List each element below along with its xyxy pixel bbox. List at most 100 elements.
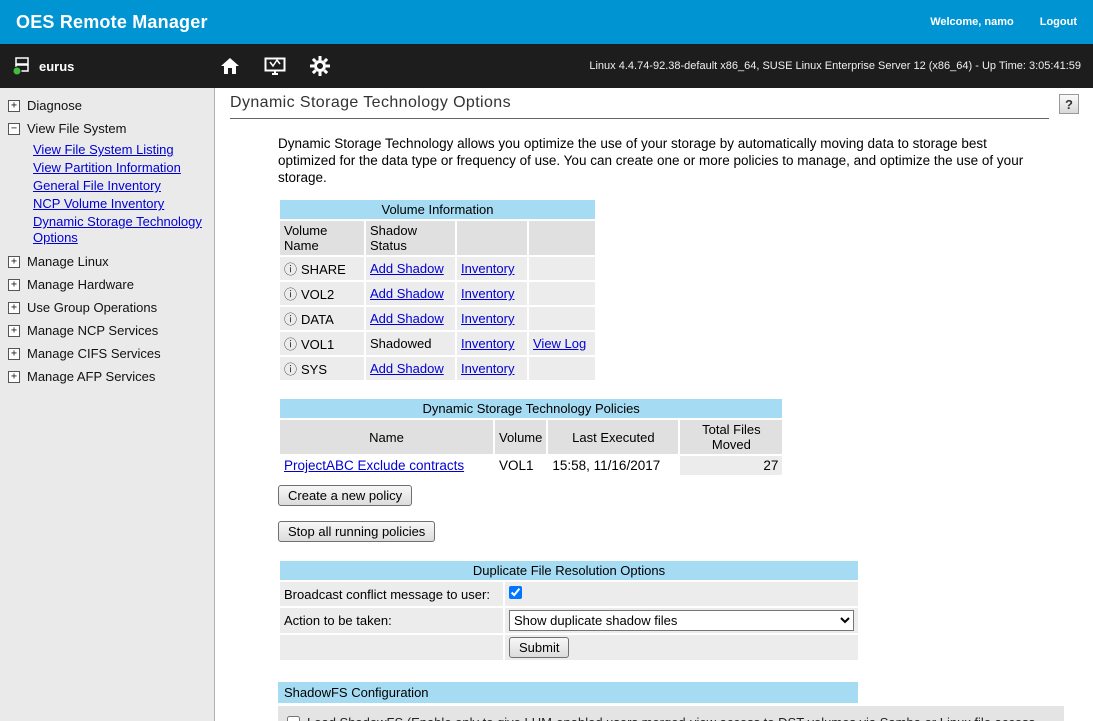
sidebar-link-ncp-volume-inventory[interactable]: NCP Volume Inventory <box>33 196 164 212</box>
sidebar-item-diagnose[interactable]: + Diagnose <box>0 94 214 117</box>
welcome-text: Welcome, namo <box>930 16 1014 28</box>
volume-name-cell: ⓘSYS <box>280 357 364 380</box>
expand-icon[interactable]: + <box>8 279 20 291</box>
sidebar-item-manage-ncp-services[interactable]: + Manage NCP Services <box>0 319 214 342</box>
load-shadowfs-checkbox[interactable] <box>287 716 300 721</box>
column-header-row: Volume Name Shadow Status <box>280 221 595 255</box>
inventory-link[interactable]: Inventory <box>461 336 514 351</box>
inventory-cell: Inventory <box>457 307 527 330</box>
inventory-link[interactable]: Inventory <box>461 261 514 276</box>
column-header-row: Name Volume Last Executed Total Files Mo… <box>280 420 782 454</box>
sidebar-link-view-partition-information[interactable]: View Partition Information <box>33 160 181 176</box>
inventory-link[interactable]: Inventory <box>461 361 514 376</box>
action-label: Action to be taken: <box>280 608 503 633</box>
main-content: Dynamic Storage Technology Options ? Dyn… <box>216 88 1093 721</box>
server-status-icon <box>12 56 32 76</box>
sidebar-link-view-file-system-listing[interactable]: View File System Listing <box>33 142 174 158</box>
add-shadow-link[interactable]: Add Shadow <box>370 361 444 376</box>
sidebar-item-manage-hardware[interactable]: + Manage Hardware <box>0 273 214 296</box>
duplicate-submit-button[interactable]: Submit <box>509 637 569 658</box>
sidebar-link-dynamic-storage-technology-options[interactable]: Dynamic Storage Technology Options <box>33 214 205 246</box>
sidebar-item-manage-afp-services[interactable]: + Manage AFP Services <box>0 365 214 388</box>
volume-name-cell: ⓘ VOL2 <box>280 282 364 305</box>
add-shadow-link[interactable]: Add Shadow <box>370 311 444 326</box>
view-log-link[interactable]: View Log <box>533 336 586 351</box>
volume-name: SHARE <box>301 262 346 277</box>
action-select[interactable]: Show duplicate shadow files <box>509 610 854 631</box>
info-icon[interactable]: ⓘ <box>284 362 297 377</box>
expand-icon[interactable]: + <box>8 302 20 314</box>
list-item: View File System Listing <box>33 141 214 159</box>
sidebar-item-use-group-operations[interactable]: + Use Group Operations <box>0 296 214 319</box>
shadow-status-cell: Add Shadow <box>366 357 455 380</box>
table-row: ⓘ VOL2 Add Shadow Inventory <box>280 282 595 305</box>
list-item: NCP Volume Inventory <box>33 195 214 213</box>
add-shadow-link[interactable]: Add Shadow <box>370 286 444 301</box>
shadowfs-config-box: Load ShadowFS (Enable only to give LUM-e… <box>278 706 1064 721</box>
info-icon[interactable]: ⓘ <box>284 312 297 327</box>
table-title-row: Volume Information <box>280 200 595 219</box>
sidebar-item-manage-linux[interactable]: + Manage Linux <box>0 250 214 273</box>
gear-icon[interactable] <box>309 55 331 77</box>
column-header-last-executed: Last Executed <box>548 420 678 454</box>
logout-link[interactable]: Logout <box>1040 16 1077 28</box>
volume-table-title: Volume Information <box>280 200 595 219</box>
expand-icon[interactable]: + <box>8 100 20 112</box>
policies-table-title: Dynamic Storage Technology Policies <box>280 399 782 418</box>
sidebar: + Diagnose − View File System View File … <box>0 88 215 721</box>
create-policy-button[interactable]: Create a new policy <box>278 485 412 506</box>
log-cell: View Log <box>529 332 595 355</box>
table-row: ⓘDATA Add Shadow Inventory <box>280 307 595 330</box>
sidebar-item-view-file-system[interactable]: − View File System <box>0 117 214 140</box>
column-header-total-files-moved: Total Files Moved <box>680 420 782 454</box>
duplicate-file-resolution-table: Duplicate File Resolution Options Broadc… <box>278 559 860 662</box>
sidebar-item-label: Manage NCP Services <box>27 323 158 338</box>
monitor-icon[interactable] <box>263 56 287 77</box>
action-control-cell: Show duplicate shadow files <box>505 608 858 633</box>
info-icon[interactable]: ⓘ <box>284 287 297 302</box>
sidebar-item-manage-cifs-services[interactable]: + Manage CIFS Services <box>0 342 214 365</box>
list-item: General File Inventory <box>33 177 214 195</box>
sidebar-item-label: Diagnose <box>27 98 82 113</box>
table-row: Broadcast conflict message to user: <box>280 582 858 606</box>
info-icon[interactable]: ⓘ <box>284 337 297 352</box>
policy-link[interactable]: ProjectABC Exclude contracts <box>284 458 464 473</box>
volume-name-cell: ⓘVOL1 <box>280 332 364 355</box>
volume-name: VOL2 <box>301 287 334 302</box>
statusbar-icons <box>219 55 331 77</box>
info-icon[interactable]: ⓘ <box>284 262 297 277</box>
volume-name-cell: ⓘDATA <box>280 307 364 330</box>
header-right: Welcome, namo Logout <box>930 16 1077 28</box>
collapse-icon[interactable]: − <box>8 123 20 135</box>
volume-information-table: Volume Information Volume Name Shadow St… <box>278 198 597 382</box>
expand-icon[interactable]: + <box>8 256 20 268</box>
inventory-link[interactable]: Inventory <box>461 286 514 301</box>
empty-header-cell <box>529 221 595 255</box>
submit-control-cell: Submit <box>505 635 858 660</box>
stop-policies-button[interactable]: Stop all running policies <box>278 521 435 542</box>
broadcast-conflict-checkbox[interactable] <box>509 586 522 599</box>
expand-icon[interactable]: + <box>8 371 20 383</box>
add-shadow-link[interactable]: Add Shadow <box>370 261 444 276</box>
expand-icon[interactable]: + <box>8 325 20 337</box>
file-system-links: View File System Listing View Partition … <box>0 140 214 250</box>
list-item: Dynamic Storage Technology Options <box>33 213 214 247</box>
inventory-cell: Inventory <box>457 332 527 355</box>
sidebar-item-label: Manage Hardware <box>27 277 134 292</box>
policies-table: Dynamic Storage Technology Policies Name… <box>278 397 784 477</box>
inventory-link[interactable]: Inventory <box>461 311 514 326</box>
empty-label-cell <box>280 635 503 660</box>
server-name: eurus <box>39 59 74 74</box>
stop-policies-row: Stop all running policies <box>278 521 1079 542</box>
sidebar-link-general-file-inventory[interactable]: General File Inventory <box>33 178 161 194</box>
title-row: Dynamic Storage Technology Options ? <box>230 94 1079 119</box>
system-info: Linux 4.4.74-92.38-default x86_64, SUSE … <box>589 60 1081 72</box>
help-button[interactable]: ? <box>1059 94 1079 114</box>
inventory-cell: Inventory <box>457 257 527 280</box>
home-icon[interactable] <box>219 56 241 76</box>
status-bar: eurus Linux 4.4.74-92.38-default x86_64 <box>0 44 1093 88</box>
page-title: Dynamic Storage Technology Options <box>230 94 1049 119</box>
table-title-row: Duplicate File Resolution Options <box>280 561 858 580</box>
policy-total-files-cell: 27 <box>680 456 782 475</box>
expand-icon[interactable]: + <box>8 348 20 360</box>
